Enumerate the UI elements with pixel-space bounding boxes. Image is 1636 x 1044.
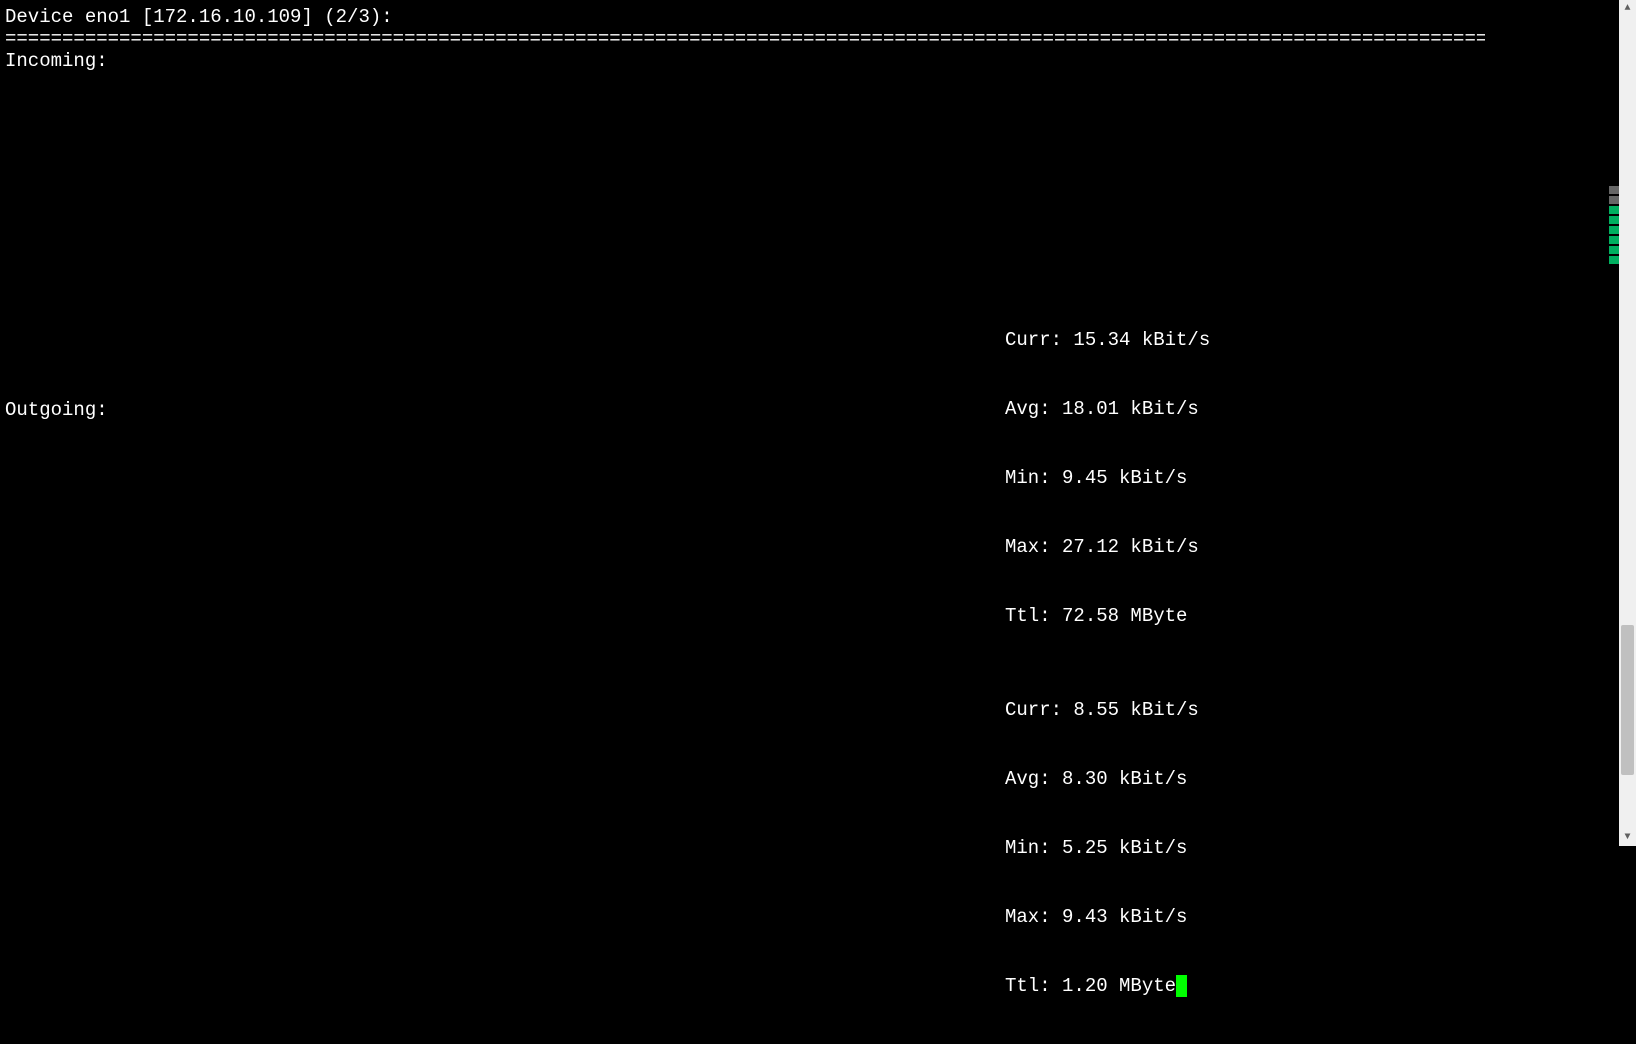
incoming-ttl: Ttl: 72.58 MByte [1005,605,1210,628]
outgoing-label: Outgoing: [5,399,108,421]
scrollbar[interactable]: ▲ ▼ [1619,0,1636,846]
outgoing-avg: Avg: 8.30 kBit/s [1005,768,1199,791]
outgoing-min: Min: 5.25 kBit/s [1005,837,1199,860]
scroll-down-icon[interactable]: ▼ [1619,829,1636,846]
terminal-output: Device eno1 [172.16.10.109] (2/3): =====… [0,0,1492,846]
incoming-label: Incoming: [5,50,1487,72]
outgoing-max: Max: 9.43 kBit/s [1005,906,1199,929]
terminal-cursor [1176,975,1187,997]
incoming-curr: Curr: 15.34 kBit/s [1005,329,1210,352]
incoming-min: Min: 9.45 kBit/s [1005,467,1210,490]
divider-line: ========================================… [5,28,1485,50]
incoming-max: Max: 27.12 kBit/s [1005,536,1210,559]
incoming-stats: Curr: 15.34 kBit/s Avg: 18.01 kBit/s Min… [1005,283,1210,674]
outgoing-stats: Curr: 8.55 kBit/s Avg: 8.30 kBit/s Min: … [1005,653,1199,1044]
activity-indicator [1609,185,1619,265]
device-header: Device eno1 [172.16.10.109] (2/3): [5,6,1487,28]
incoming-avg: Avg: 18.01 kBit/s [1005,398,1210,421]
scroll-up-icon[interactable]: ▲ [1619,0,1636,17]
scrollbar-thumb[interactable] [1621,625,1634,775]
outgoing-curr: Curr: 8.55 kBit/s [1005,699,1199,722]
outgoing-ttl-row: Ttl: 1.20 MByte [1005,975,1199,998]
outgoing-ttl: Ttl: 1.20 MByte [1005,975,1176,997]
